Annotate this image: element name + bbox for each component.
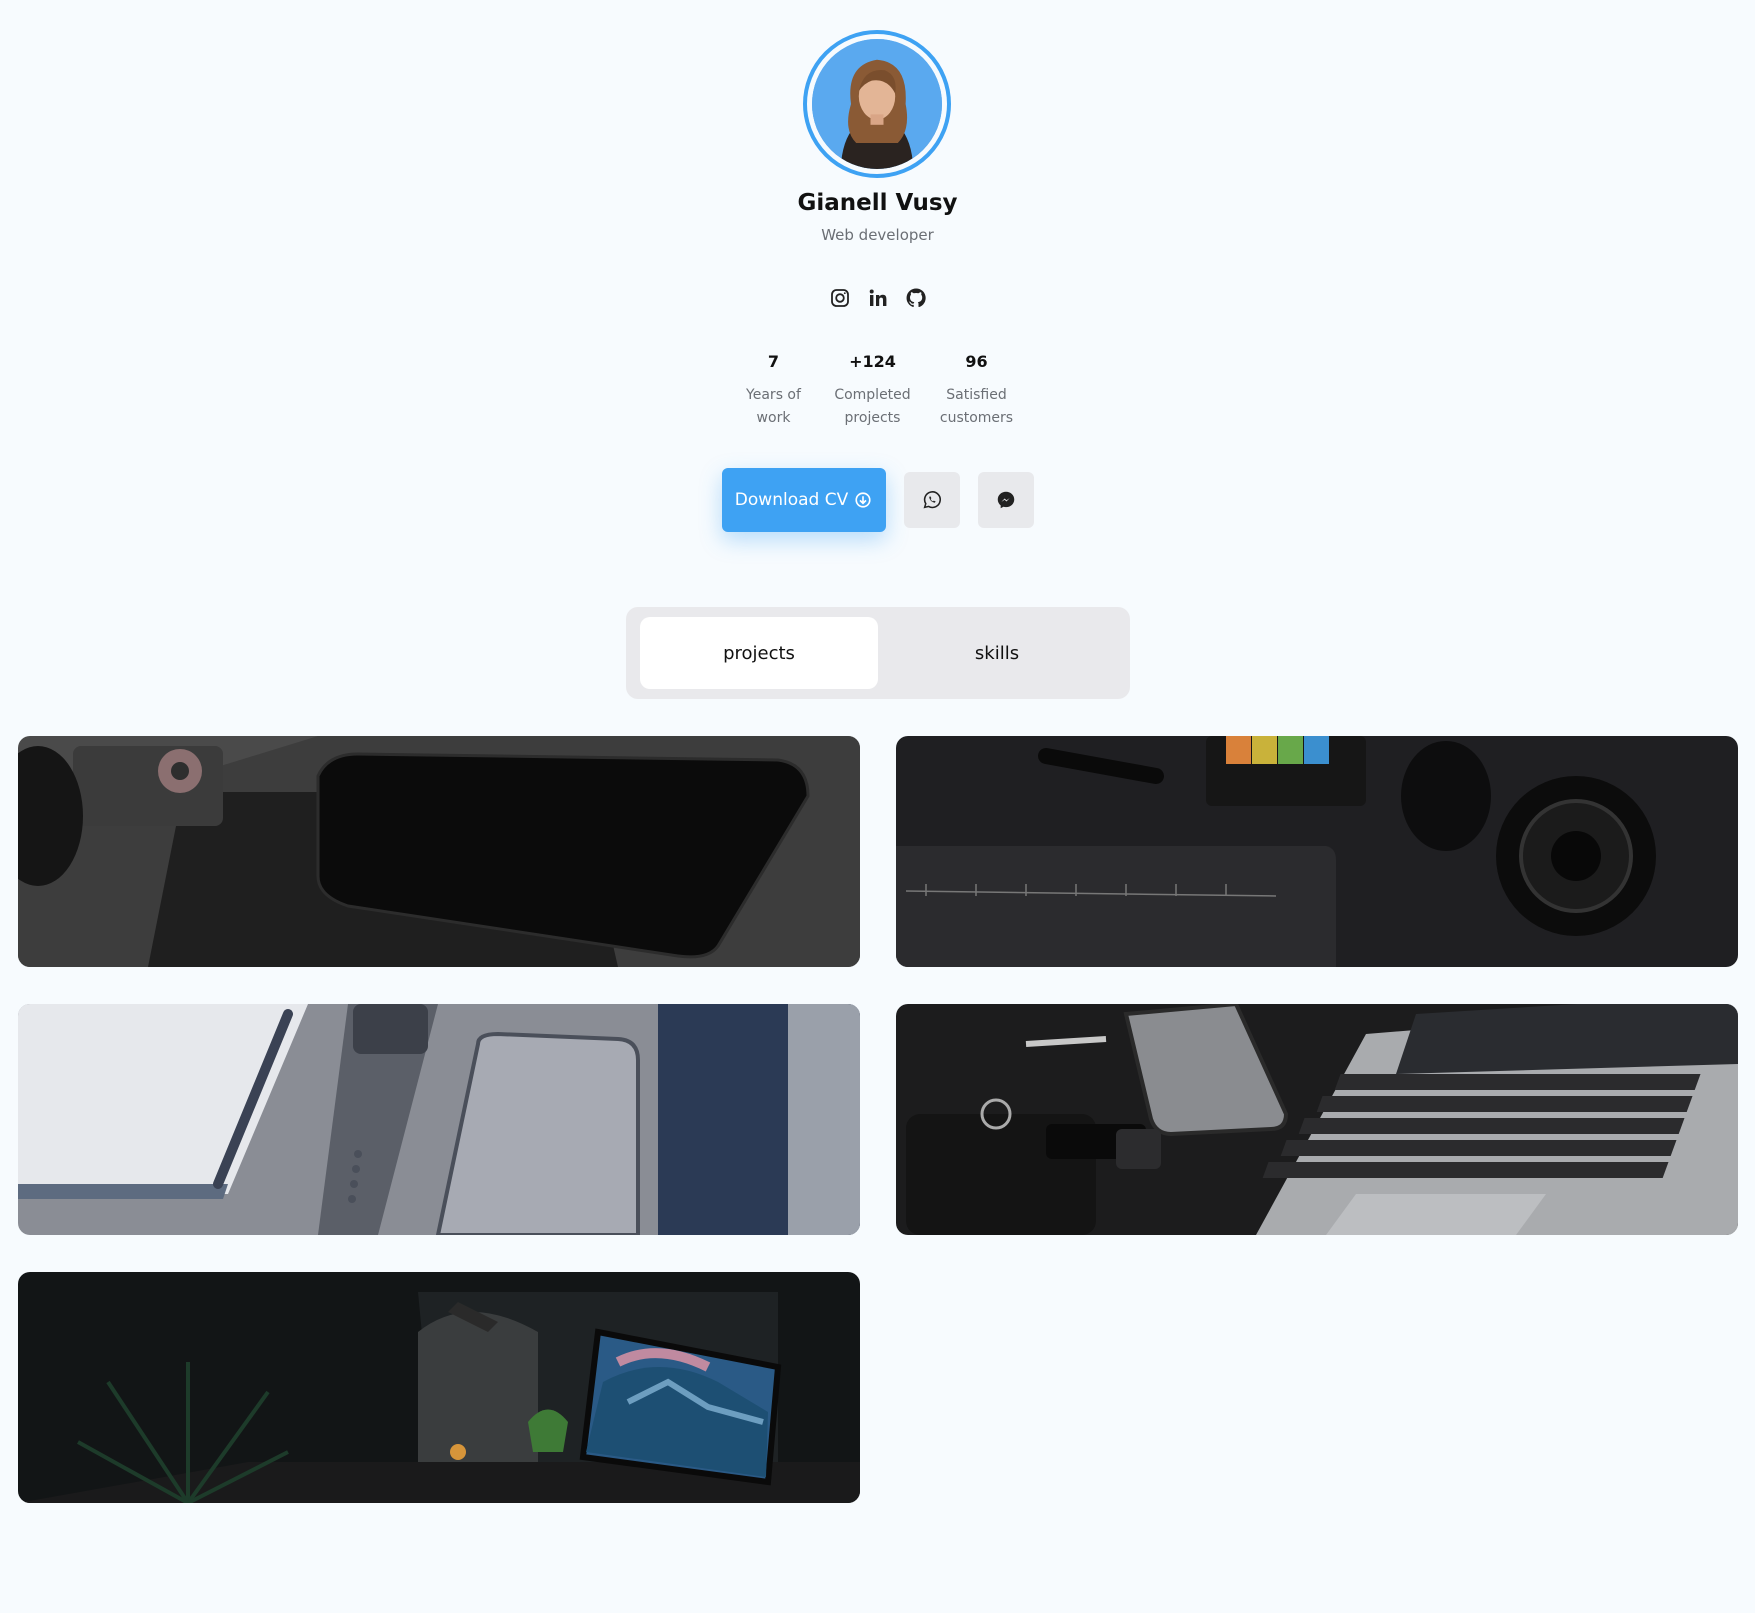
stat-projects: +124 Completed projects xyxy=(828,352,918,430)
project-card[interactable] xyxy=(18,736,860,967)
stat-value: 96 xyxy=(965,352,988,371)
tab-projects[interactable]: projects xyxy=(640,617,878,689)
project-image xyxy=(18,1272,860,1503)
project-image xyxy=(18,1004,860,1235)
stat-customers: 96 Satisfied customers xyxy=(932,352,1022,430)
project-card[interactable] xyxy=(896,1004,1738,1235)
action-buttons: Download CV xyxy=(0,468,1755,532)
project-card[interactable] xyxy=(18,1004,860,1235)
messenger-button[interactable] xyxy=(977,472,1034,528)
whatsapp-button[interactable] xyxy=(903,472,960,528)
instagram-icon[interactable] xyxy=(828,286,852,310)
whatsapp-icon xyxy=(923,491,941,509)
project-image xyxy=(896,736,1738,967)
stat-value: +124 xyxy=(849,352,896,371)
messenger-icon xyxy=(997,491,1014,509)
linkedin-icon[interactable] xyxy=(866,286,890,310)
social-links xyxy=(0,286,1755,310)
avatar xyxy=(803,30,951,178)
stat-value: 7 xyxy=(767,352,780,371)
download-cv-button[interactable]: Download CV xyxy=(721,468,886,532)
tab-switcher: projects skills xyxy=(626,607,1130,699)
stat-label: Completed projects xyxy=(834,387,911,426)
avatar-photo xyxy=(812,39,942,169)
stat-years: 7 Years of work xyxy=(734,352,814,430)
arrow-down-circle-icon xyxy=(855,492,871,508)
project-image xyxy=(18,736,860,967)
project-image xyxy=(896,1004,1738,1235)
stat-label: Satisfied customers xyxy=(939,387,1014,426)
project-card[interactable] xyxy=(896,736,1738,967)
stats-row: 7 Years of work +124 Completed projects 96… xyxy=(0,352,1755,430)
project-card[interactable] xyxy=(18,1272,860,1503)
tab-skills[interactable]: skills xyxy=(878,617,1116,689)
stat-label: Years of work xyxy=(746,387,801,426)
profile-role: Web developer xyxy=(821,226,934,244)
profile-name: Gianell Vusy xyxy=(797,190,958,216)
github-icon[interactable] xyxy=(904,286,928,310)
download-cv-label: Download CV xyxy=(734,490,849,510)
